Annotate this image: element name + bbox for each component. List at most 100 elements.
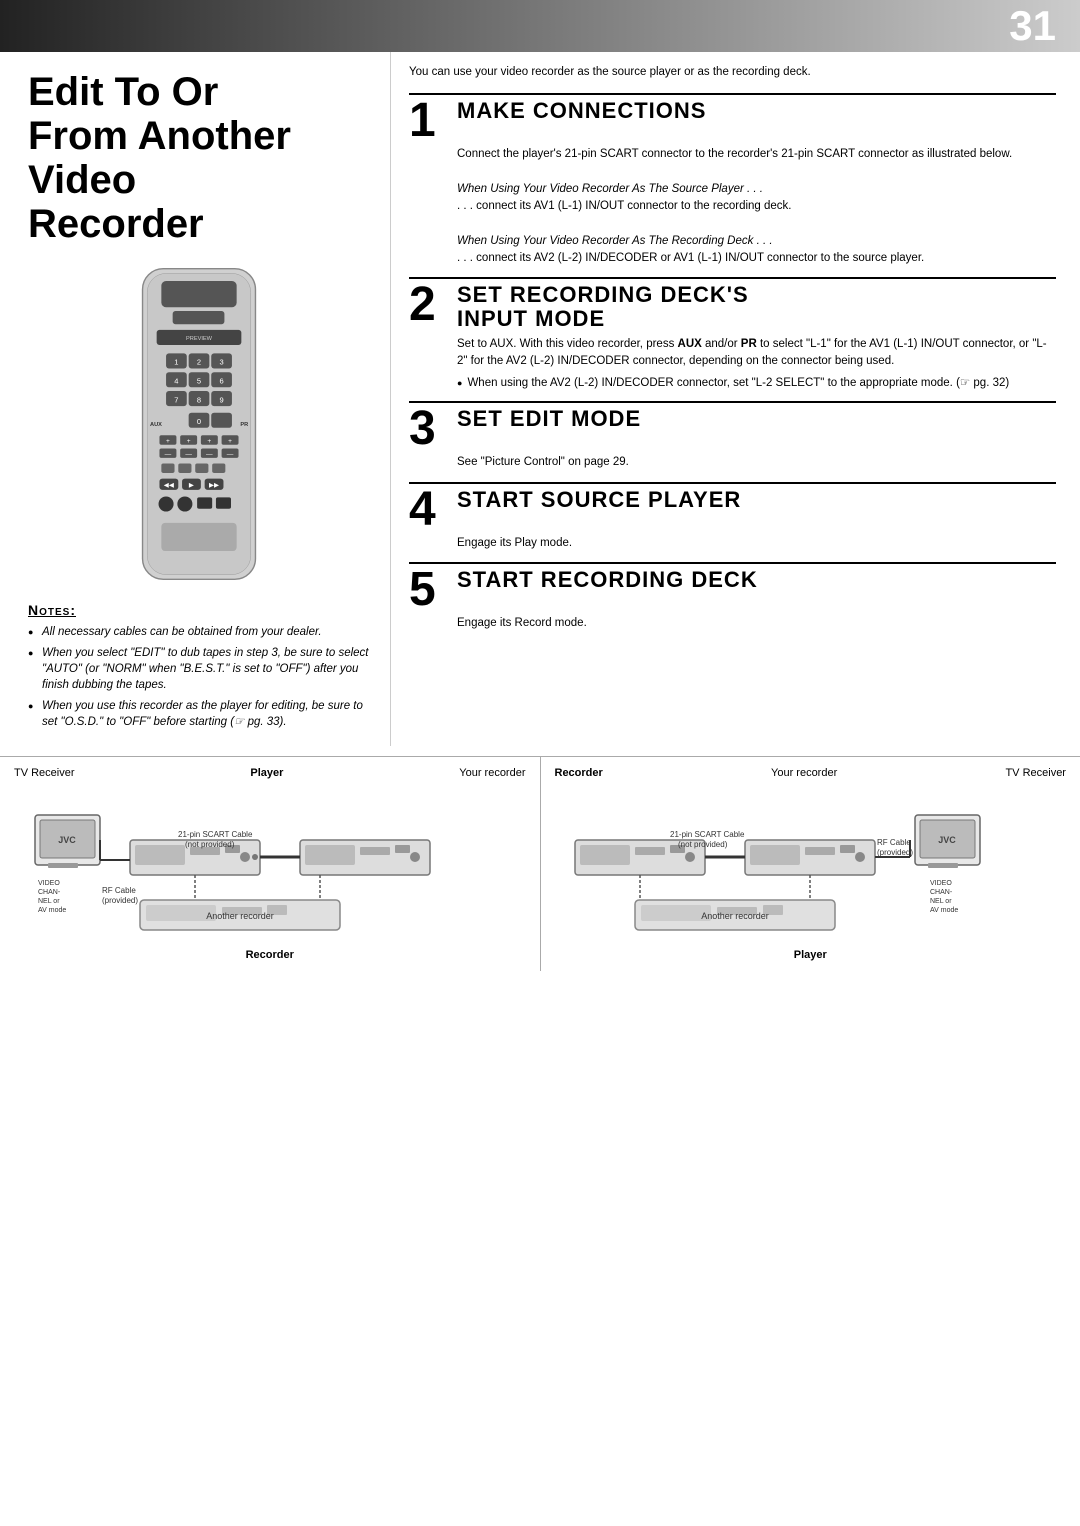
note-item: All necessary cables can be obtained fro…: [28, 624, 370, 640]
diagram-left-illustration: JVC: [30, 785, 510, 945]
step-2-number: 2: [409, 283, 447, 326]
page-title: Edit To OrFrom AnotherVideoRecorder: [28, 70, 370, 246]
svg-text:+: +: [207, 438, 211, 445]
step-2-title: Set Recording Deck'sInput Mode: [457, 283, 749, 331]
svg-text:AV mode: AV mode: [38, 907, 66, 914]
main-content: Edit To OrFrom AnotherVideoRecorder PREV…: [0, 52, 1080, 746]
svg-text:NEL or: NEL or: [38, 898, 60, 905]
svg-text:(provided): (provided): [102, 896, 138, 905]
left-column: Edit To OrFrom AnotherVideoRecorder PREV…: [0, 52, 390, 746]
svg-text:+: +: [187, 438, 191, 445]
svg-text:+: +: [228, 438, 232, 445]
intro-text: You can use your video recorder as the s…: [409, 64, 1056, 81]
diagram-right-recorder-label: Recorder: [555, 767, 603, 779]
svg-text:Another recorder: Another recorder: [701, 911, 769, 921]
svg-text:6: 6: [219, 377, 223, 386]
svg-text:JVC: JVC: [938, 835, 956, 845]
remote-svg: PREVIEW 1 2 3 4 5 6 7 8 9: [109, 264, 289, 584]
svg-text:2: 2: [197, 358, 201, 367]
svg-text:CHAN-: CHAN-: [930, 889, 953, 896]
svg-text:Another recorder: Another recorder: [206, 911, 274, 921]
step-4-title: Start Source Player: [457, 488, 741, 512]
step-4: 4 Start Source Player Engage its Play mo…: [409, 482, 1056, 552]
svg-text:4: 4: [174, 377, 178, 386]
step-1-sub1-title: When Using Your Video Recorder As The So…: [457, 183, 763, 195]
diagram-left: TV Receiver Player Your recorder JVC: [0, 757, 541, 971]
diagram-left-title-row: TV Receiver Player Your recorder: [14, 767, 526, 779]
step-1-sub2-title: When Using Your Video Recorder As The Re…: [457, 235, 773, 247]
svg-text:PREVIEW: PREVIEW: [186, 336, 213, 342]
svg-text:VIDEO: VIDEO: [38, 880, 60, 887]
step-1-number: 1: [409, 99, 447, 142]
svg-text:1: 1: [174, 358, 178, 367]
svg-text:—: —: [206, 451, 213, 458]
svg-text:▶▶: ▶▶: [209, 482, 220, 489]
step-3-number: 3: [409, 407, 447, 450]
svg-text:—: —: [185, 451, 192, 458]
diagrams-section: TV Receiver Player Your recorder JVC: [0, 756, 1080, 971]
svg-text:(provided): (provided): [877, 848, 913, 857]
svg-text:VIDEO: VIDEO: [930, 880, 952, 887]
notes-section: Notes: All necessary cables can be obtai…: [28, 602, 370, 731]
diagram-right-your-recorder-label: Your recorder: [771, 767, 837, 779]
svg-text:AUX: AUX: [150, 422, 162, 428]
step-4-content: Engage its Play mode.: [457, 535, 1056, 552]
diagram-left-svg: JVC: [14, 785, 526, 945]
svg-text:PR: PR: [240, 422, 248, 428]
step-3-content: See "Picture Control" on page 29.: [457, 454, 1056, 471]
diagram-right-bottom-label: Player: [555, 949, 1067, 961]
page-number: 31: [1009, 5, 1056, 47]
step-1-sub2-text: . . . connect its AV2 (L-2) IN/DECODER o…: [457, 252, 924, 264]
svg-text:RF Cable: RF Cable: [102, 886, 136, 895]
diagram-right: Recorder Your recorder TV Receiver: [541, 757, 1080, 971]
step-5-number: 5: [409, 568, 447, 611]
svg-text:RF Cable: RF Cable: [877, 838, 911, 847]
diagram-right-title-row: Recorder Your recorder TV Receiver: [555, 767, 1067, 779]
notes-title: Notes:: [28, 602, 370, 618]
svg-text:CHAN-: CHAN-: [38, 889, 61, 896]
svg-text:—: —: [165, 451, 172, 458]
step-2: 2 Set Recording Deck'sInput Mode Set to …: [409, 277, 1056, 391]
step-5: 5 Start Recording Deck Engage its Record…: [409, 562, 1056, 632]
note-item: When you select "EDIT" to dub tapes in s…: [28, 645, 370, 693]
step-1: 1 Make Connections Connect the player's …: [409, 93, 1056, 267]
svg-text:NEL or: NEL or: [930, 898, 952, 905]
step-2-content: Set to AUX. With this video recorder, pr…: [457, 336, 1056, 371]
step-5-content: Engage its Record mode.: [457, 615, 1056, 632]
svg-text:8: 8: [197, 395, 201, 404]
diagram-left-player-label: Player: [250, 767, 283, 779]
diagram-left-tv-label: TV Receiver: [14, 767, 75, 779]
note-item: When you use this recorder as the player…: [28, 698, 370, 730]
svg-text:AV mode: AV mode: [930, 907, 958, 914]
step-4-header: 4 Start Source Player: [409, 488, 1056, 531]
diagram-right-tv-label: TV Receiver: [1005, 767, 1066, 779]
step-4-number: 4: [409, 488, 447, 531]
svg-text:0: 0: [197, 417, 201, 426]
diagram-left-recorder-label: Your recorder: [459, 767, 525, 779]
svg-text:5: 5: [197, 377, 201, 386]
svg-text:21-pin SCART Cable: 21-pin SCART Cable: [178, 830, 253, 839]
step-2-bullet: When using the AV2 (L-2) IN/DECODER conn…: [457, 375, 1056, 391]
svg-text:+: +: [166, 438, 170, 445]
svg-text:JVC: JVC: [58, 835, 76, 845]
svg-text:21-pin SCART Cable: 21-pin SCART Cable: [670, 830, 745, 839]
diagram-right-illustration: JVC VIDEO CHAN- NEL or AV mode: [570, 785, 1050, 945]
step-3-title: Set Edit Mode: [457, 407, 641, 431]
step-1-content: Connect the player's 21-pin SCART connec…: [457, 146, 1056, 267]
svg-text:(not provided): (not provided): [678, 840, 728, 849]
step-5-header: 5 Start Recording Deck: [409, 568, 1056, 611]
step-5-title: Start Recording Deck: [457, 568, 758, 592]
diagram-left-bottom-label: Recorder: [14, 949, 526, 961]
svg-text:—: —: [227, 451, 234, 458]
diagram-right-svg: JVC VIDEO CHAN- NEL or AV mode: [555, 785, 1067, 945]
step-1-title: Make Connections: [457, 99, 706, 123]
notes-list: All necessary cables can be obtained fro…: [28, 624, 370, 731]
step-1-header: 1 Make Connections: [409, 99, 1056, 142]
top-bar: 31: [0, 0, 1080, 52]
svg-text:◀◀: ◀◀: [164, 482, 175, 489]
step-1-sub1-text: . . . connect its AV1 (L-1) IN/OUT conne…: [457, 200, 792, 212]
step-3: 3 Set Edit Mode See "Picture Control" on…: [409, 401, 1056, 471]
remote-image: PREVIEW 1 2 3 4 5 6 7 8 9: [99, 264, 299, 584]
svg-text:7: 7: [174, 395, 178, 404]
svg-text:9: 9: [219, 395, 223, 404]
